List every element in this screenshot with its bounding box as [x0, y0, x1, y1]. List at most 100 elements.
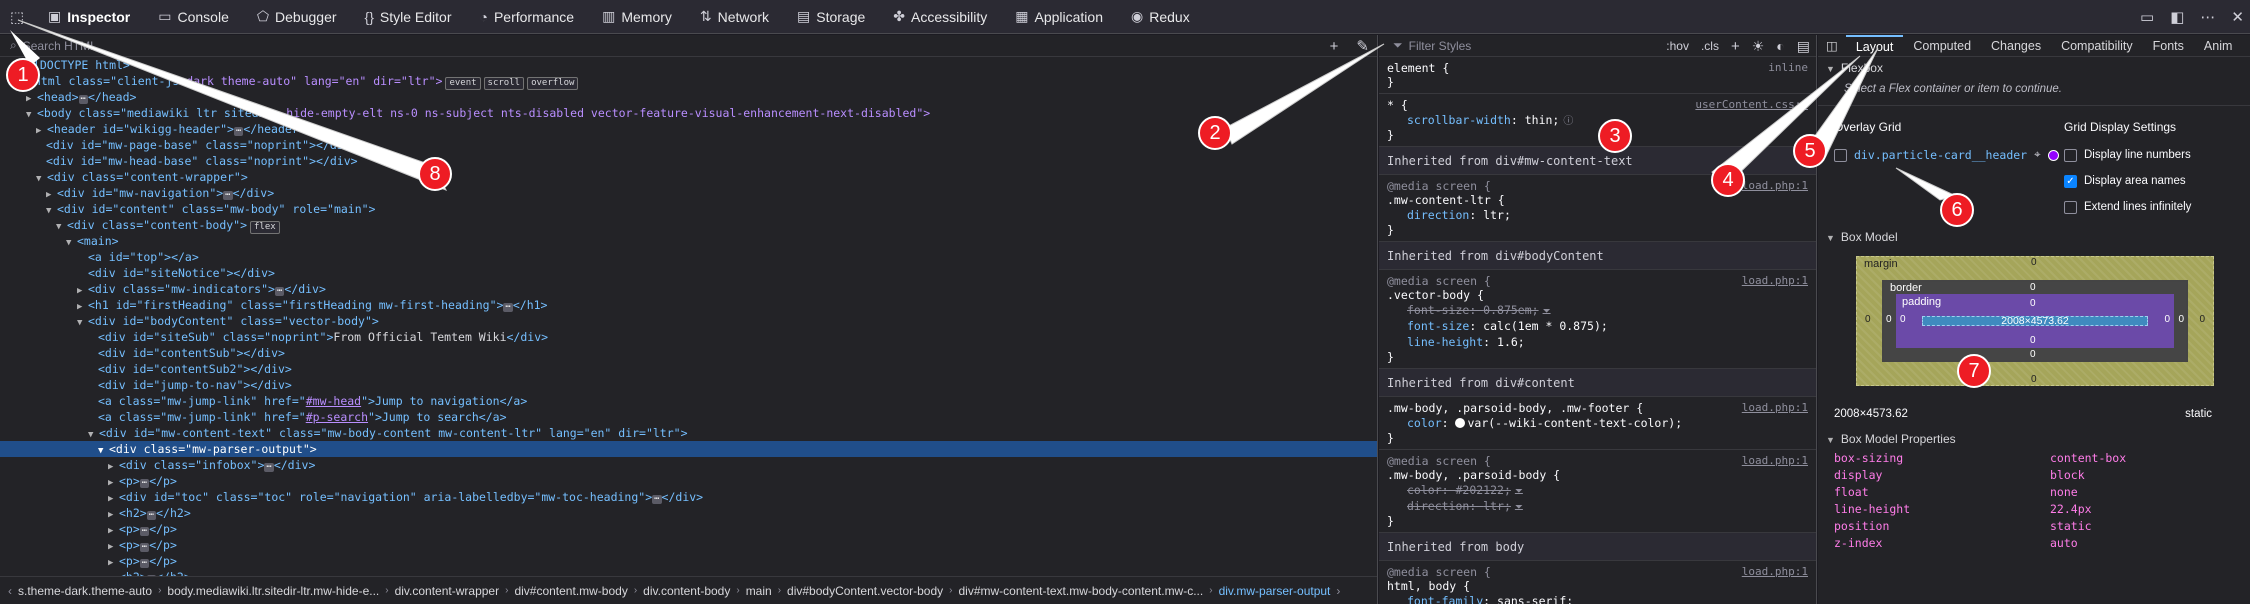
tree-node[interactable]: ▶ <p> ⋯ </p>	[0, 521, 1377, 537]
tab-redux[interactable]: ◉ Redux	[1117, 0, 1204, 34]
flex-badge[interactable]: flex	[250, 221, 280, 234]
tree-node[interactable]: ▶<h2>⋯</h2>	[0, 505, 1377, 521]
area-names-checkbox[interactable]: ✓	[2064, 174, 2077, 188]
tree-node[interactable]: ▼ <div id="bodyContent" class="vector-bod…	[0, 313, 1377, 329]
tree-node[interactable]: ▶ <h1 id="firstHeading" class="firstHeadi…	[0, 297, 1377, 313]
tab-accessibility[interactable]: ✤ Accessibility	[879, 0, 1001, 34]
breadcrumb-item[interactable]: s.theme-dark.theme-auto	[18, 584, 152, 598]
breadcrumb-item[interactable]: div#content.mw-body	[514, 584, 627, 598]
collapsed-dots[interactable]: ⋯	[78, 95, 88, 104]
search-input[interactable]: Search HTML	[23, 39, 97, 53]
tab-application[interactable]: ▦ Application	[1001, 0, 1117, 34]
line-numbers-checkbox[interactable]	[2064, 148, 2077, 162]
filter-icon[interactable]: ⏷	[1515, 486, 1523, 497]
element-picker-button[interactable]: ⬚	[0, 0, 34, 34]
setting-area-names[interactable]: ✓ Display area names	[2064, 168, 2234, 194]
flexbox-section-header[interactable]: ▼ Flexbox	[1818, 57, 2250, 79]
tab-animations[interactable]: Anim	[2194, 35, 2242, 57]
responsive-design-icon[interactable]: ▭	[2140, 8, 2154, 26]
filter-icon[interactable]: ⏷	[1515, 502, 1523, 513]
close-icon[interactable]: ✕	[2231, 8, 2244, 26]
tree-node[interactable]: ▶<h2>⋯</h2>	[0, 569, 1377, 576]
add-node-icon[interactable]: +	[1330, 38, 1339, 55]
target-icon[interactable]: ⌖	[2034, 149, 2040, 162]
tab-computed[interactable]: Computed	[1903, 35, 1981, 57]
tree-node[interactable]: <div id="mw-page-base" class="noprint"><…	[0, 137, 1377, 153]
tree-node[interactable]: ▶ <div id="toc" class="toc" role="navigat…	[0, 489, 1377, 505]
light-theme-icon[interactable]: ☀	[1752, 38, 1765, 55]
grid-color-swatch[interactable]	[2047, 149, 2059, 161]
breadcrumb-item[interactable]: div.content-body	[643, 584, 730, 598]
tree-node[interactable]: <div id="mw-head-base" class="noprint"><…	[0, 153, 1377, 169]
extend-lines-checkbox[interactable]	[2064, 200, 2077, 214]
color-swatch[interactable]	[1455, 418, 1466, 428]
tab-console[interactable]: ▭ Console	[144, 0, 243, 34]
tab-layout[interactable]: Layout	[1845, 35, 1904, 57]
selected-tree-node[interactable]: ▼ <div class="mw-parser-output">	[0, 441, 1377, 457]
tree-node[interactable]: <!DOCTYPE html>	[0, 57, 1377, 73]
breadcrumb-item[interactable]: div#bodyContent.vector-body	[787, 584, 943, 598]
more-options-icon[interactable]: ⋯	[2200, 8, 2215, 26]
breadcrumb-item-current[interactable]: div.mw-parser-output	[1219, 584, 1331, 598]
tab-performance[interactable]: ◔ Performance	[465, 0, 588, 34]
tree-node[interactable]: <div id="jump-to-nav"></div>	[0, 377, 1377, 393]
breadcrumb-item[interactable]: main	[746, 584, 772, 598]
tree-node[interactable]: ▶ <div class="mw-indicators"> ⋯ </div>	[0, 281, 1377, 297]
tree-node[interactable]: <div id="contentSub2"></div>	[0, 361, 1377, 377]
cls-toggle[interactable]: .cls	[1701, 39, 1719, 53]
grid-item-row[interactable]: div.particle-card__header ⌖	[1834, 142, 2064, 168]
box-model-props-header[interactable]: ▼ Box Model Properties	[1818, 428, 2250, 450]
tree-node[interactable]: ▶ <div id="mw-navigation"> ⋯ </div>	[0, 185, 1377, 201]
tree-node[interactable]: <a id="top"></a>	[0, 249, 1377, 265]
tree-node[interactable]: ▼ <div class="content-wrapper">	[0, 169, 1377, 185]
toggle-sidebar-icon[interactable]: ◫	[1818, 35, 1846, 57]
tree-node[interactable]: ▶ <div class="infobox"> ⋯ </div>	[0, 457, 1377, 473]
tab-inspector[interactable]: ▣ Inspector	[34, 0, 144, 34]
box-model-section-header[interactable]: ▼ Box Model	[1818, 226, 2250, 248]
tab-fonts[interactable]: Fonts	[2143, 35, 2194, 57]
tree-node[interactable]: <a class="mw-jump-link" href="#p-search"…	[0, 409, 1377, 425]
tree-node[interactable]: ▼ <div class="content-body"> flex	[0, 217, 1377, 234]
tree-node[interactable]: <a class="mw-jump-link" href="#mw-head">…	[0, 393, 1377, 409]
tree-node[interactable]: ▶ <header id="wikigg-header"> ⋯ </header>	[0, 121, 1377, 137]
breadcrumb-scroll-right-icon[interactable]: ›	[1336, 584, 1340, 598]
tab-network[interactable]: ⇅ Network	[686, 0, 783, 34]
tree-node[interactable]: ▼ <div id="mw-content-text" class="mw-bod…	[0, 425, 1377, 441]
setting-extend-lines[interactable]: Extend lines infinitely	[2064, 194, 2234, 220]
grid-item-checkbox[interactable]	[1834, 148, 1847, 162]
tree-node[interactable]: ▶ <p> ⋯ </p>	[0, 553, 1377, 569]
dark-theme-icon[interactable]: ◐	[1776, 38, 1784, 54]
overflow-badge[interactable]: overflow	[527, 77, 579, 90]
setting-line-numbers[interactable]: Display line numbers	[2064, 142, 2234, 168]
tab-style-editor[interactable]: {} Style Editor	[351, 0, 466, 34]
breadcrumb-item[interactable]: div.content-wrapper	[395, 584, 500, 598]
event-badge[interactable]: event	[445, 77, 481, 90]
tree-node[interactable]: ▶ <head> ⋯ </head>	[0, 89, 1377, 105]
tab-storage[interactable]: ▤ Storage	[783, 0, 879, 34]
breadcrumb-item[interactable]: body.mediawiki.ltr.sitedir-ltr.mw-hide-e…	[167, 584, 379, 598]
eyedropper-icon[interactable]: ✎	[1356, 37, 1369, 55]
add-rule-icon[interactable]: +	[1731, 38, 1740, 55]
filter-styles-input[interactable]: Filter Styles	[1409, 39, 1472, 53]
tree-node[interactable]: <div id="siteNotice"></div>	[0, 265, 1377, 281]
tab-compatibility[interactable]: Compatibility	[2051, 35, 2143, 57]
breadcrumb-item[interactable]: div#mw-content-text.mw-body-content.mw-c…	[958, 584, 1203, 598]
tree-node[interactable]: ▶ <p> ⋯ </p>	[0, 473, 1377, 489]
tree-node[interactable]: ▼ <main>	[0, 233, 1377, 249]
filter-icon[interactable]: ⏷	[1543, 306, 1551, 317]
tree-node[interactable]: ▶ <p> ⋯ </p>	[0, 537, 1377, 553]
tab-changes[interactable]: Changes	[1981, 35, 2051, 57]
tree-node[interactable]: ▼ <body class="mediawiki ltr sitedir -hid…	[0, 105, 1377, 121]
tab-memory[interactable]: ▥ Memory	[588, 0, 686, 34]
tab-debugger[interactable]: ⬠ Debugger	[243, 0, 351, 34]
scroll-badge[interactable]: scroll	[483, 77, 525, 90]
tree-node[interactable]: <div id="contentSub"></div>	[0, 345, 1377, 361]
tree-node[interactable]: <div id="siteSub" class="noprint">From O…	[0, 329, 1377, 345]
tree-node[interactable]: ▼ <div id="content" class="mw-body" role=…	[0, 201, 1377, 217]
box-model-border[interactable]: border 0 0 0 0 padding 0 0 0 0 2008×4573…	[1882, 280, 2188, 362]
box-model-padding[interactable]: padding 0 0 0 0 2008×4573.62	[1896, 294, 2174, 348]
tree-node[interactable]: ▼ <html class="client-js dark theme-auto"…	[0, 73, 1377, 90]
print-media-icon[interactable]: ▤	[1797, 38, 1810, 55]
dock-icon[interactable]: ◧	[2170, 8, 2184, 26]
breadcrumb-scroll-left-icon[interactable]: ‹	[8, 584, 12, 598]
